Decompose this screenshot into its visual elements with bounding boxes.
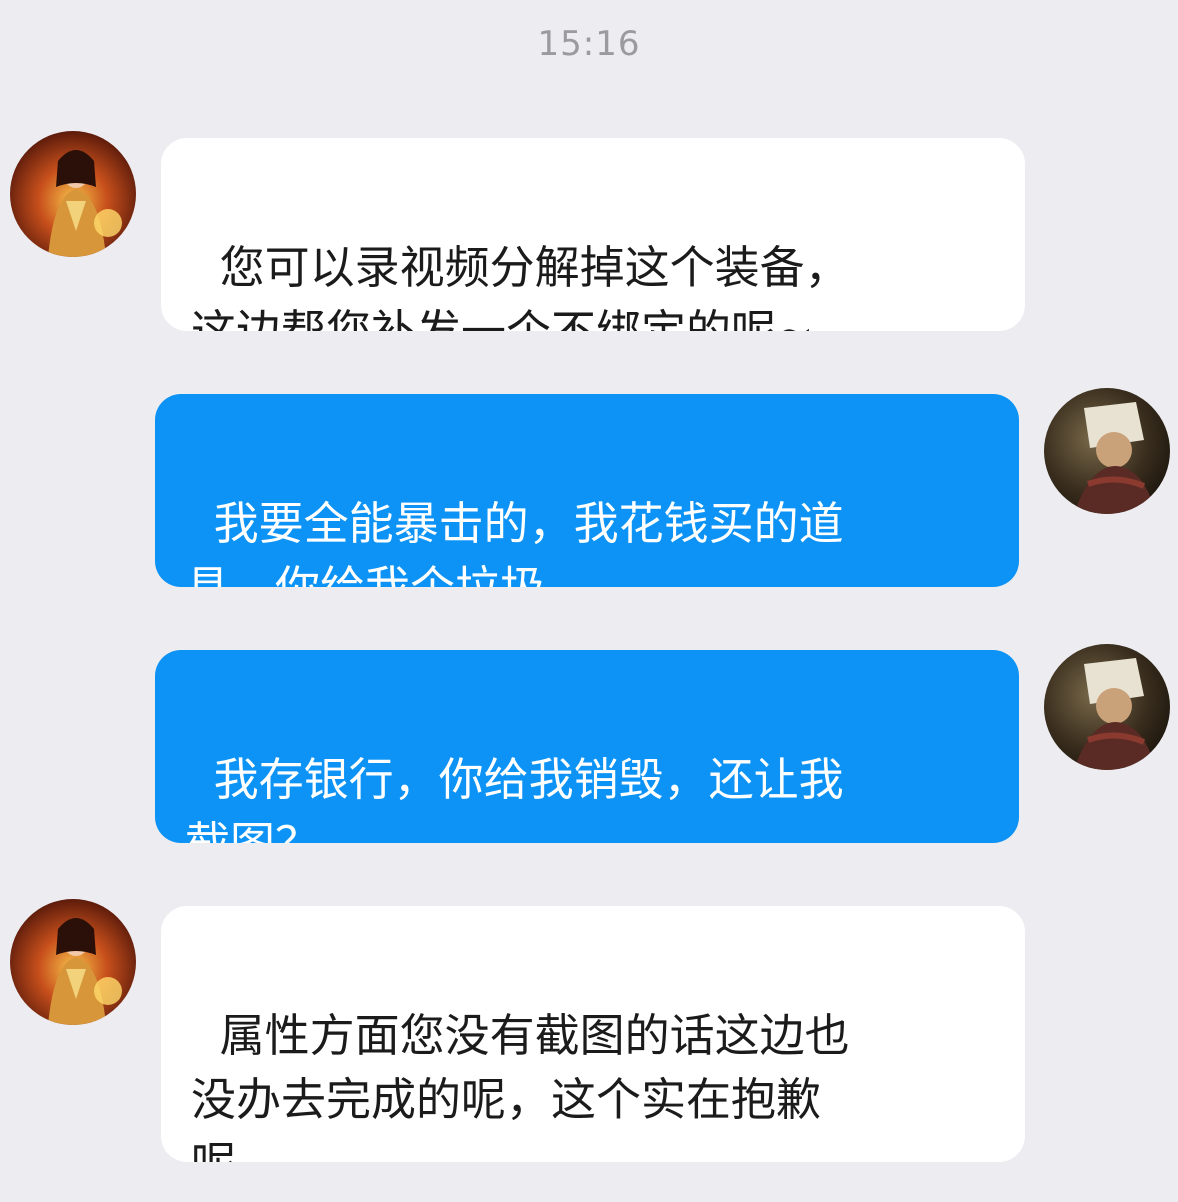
message-text: 属性方面您没有截图的话这边也 没办去完成的呢，这个实在抱歉 呢 bbox=[191, 1009, 850, 1162]
message-bubble-received[interactable]: 属性方面您没有截图的话这边也 没办去完成的呢，这个实在抱歉 呢 bbox=[161, 906, 1025, 1162]
message-bubble-received[interactable]: 您可以录视频分解掉这个装备， 这边帮您补发一个不绑定的呢~ bbox=[161, 138, 1025, 331]
message-text: 您可以录视频分解掉这个装备， 这边帮您补发一个不绑定的呢~ bbox=[191, 241, 850, 331]
message-text: 我要全能暴击的，我花钱买的道 具，你给我个垃圾 bbox=[185, 497, 844, 587]
agent-avatar[interactable] bbox=[10, 899, 136, 1025]
user-avatar[interactable] bbox=[1044, 388, 1170, 514]
agent-avatar[interactable] bbox=[10, 131, 136, 257]
user-avatar[interactable] bbox=[1044, 644, 1170, 770]
timestamp: 15:16 bbox=[537, 24, 641, 64]
message-bubble-sent[interactable]: 我要全能暴击的，我花钱买的道 具，你给我个垃圾 bbox=[155, 394, 1019, 587]
message-bubble-sent[interactable]: 我存银行，你给我销毁，还让我 截图？ bbox=[155, 650, 1019, 843]
message-text: 我存银行，你给我销毁，还让我 截图？ bbox=[185, 753, 844, 843]
